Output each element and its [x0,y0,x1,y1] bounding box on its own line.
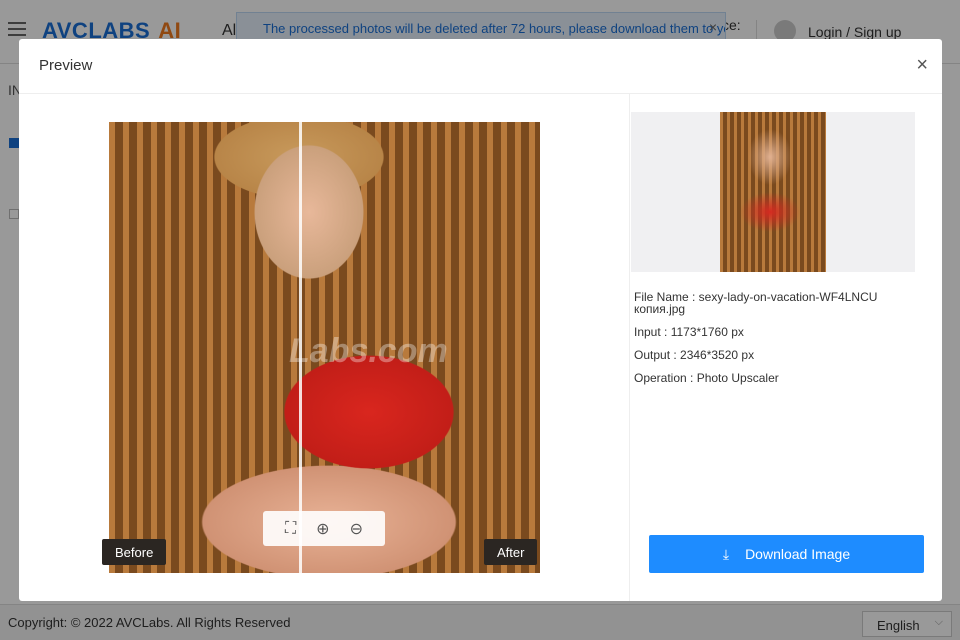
fit-screen-icon[interactable]: ⛶ [285,520,296,538]
download-icon: ⤓ [722,545,730,562]
close-icon[interactable]: × [916,55,928,75]
info-panel: File Name : sexy-lady-on-vacation-WF4LNC… [631,94,942,601]
thumbnail-area [631,112,915,272]
comparison-slider-handle[interactable] [299,122,302,573]
watermark: Labs.com [289,332,448,370]
image-viewer: Labs.com ⛶ ⊕ ⊖ Before After [19,94,630,601]
after-label: After [484,539,538,565]
input-size: Input : 1173*1760 px [634,325,744,339]
modal-title: Preview [39,57,93,74]
file-info: File Name : sexy-lady-on-vacation-WF4LNC… [634,291,914,395]
comparison-image[interactable]: Labs.com [109,122,540,573]
before-label: Before [102,539,167,565]
thumbnail-image [720,112,826,272]
file-name: File Name : sexy-lady-on-vacation-WF4LNC… [634,290,878,316]
zoom-toolbar: ⛶ ⊕ ⊖ [263,511,385,546]
operation: Operation : Photo Upscaler [634,371,779,385]
download-image-button[interactable]: ⤓ Download Image [649,535,924,573]
download-label: Download Image [745,546,851,562]
modal-header: Preview × [19,39,942,94]
zoom-in-icon[interactable]: ⊕ [316,519,329,539]
zoom-out-icon[interactable]: ⊖ [350,519,363,539]
output-size: Output : 2346*3520 px [634,348,755,362]
preview-modal: Preview × Labs.com ⛶ ⊕ ⊖ Before After Fi… [19,39,942,601]
